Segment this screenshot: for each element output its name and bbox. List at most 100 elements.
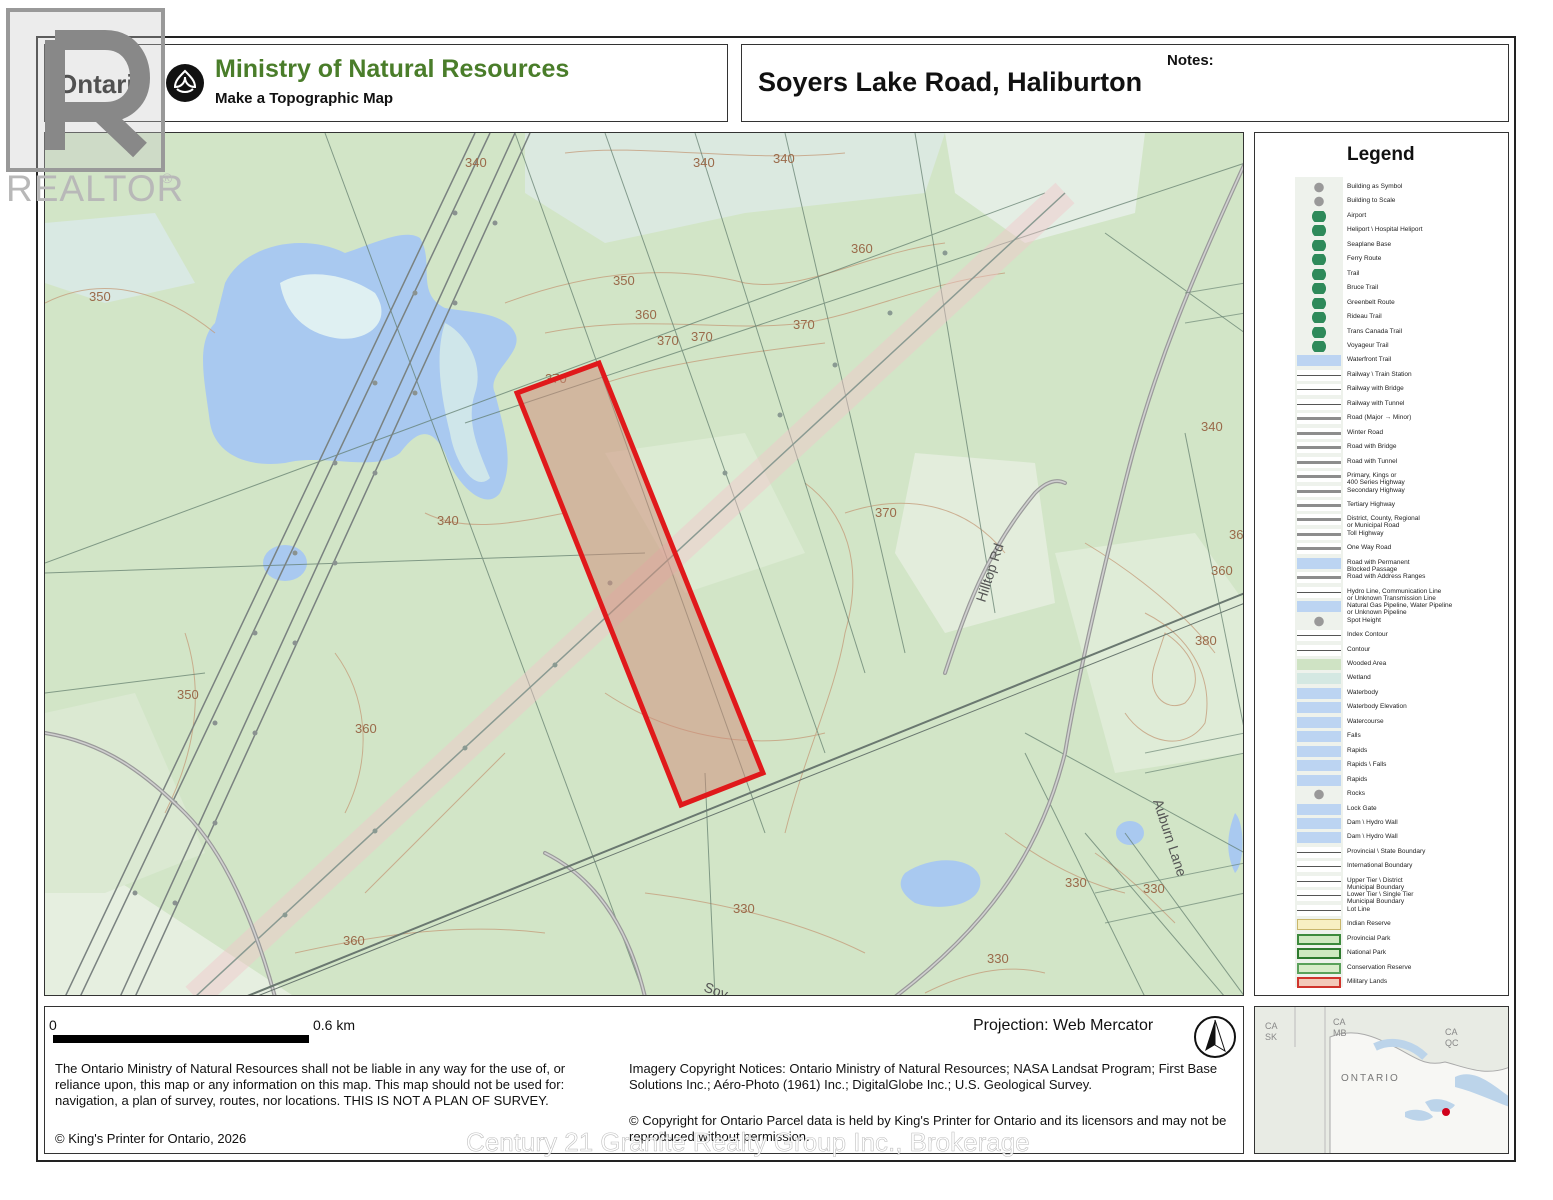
legend-item-label: Spot Height: [1347, 616, 1381, 624]
topographic-map[interactable]: 340 340 340 360 350 360 370 370 370 350 …: [44, 132, 1244, 996]
legend-symbol-icon: [1297, 977, 1341, 988]
contour-label: 380: [1195, 633, 1217, 648]
ministry-title: Ministry of Natural Resources: [215, 55, 570, 83]
contour-label: 330: [733, 901, 755, 916]
legend-item-label: Rideau Trail: [1347, 313, 1382, 321]
legend-symbol-icon: [1297, 586, 1341, 598]
brokerage-watermark: Century 21 Granite Realty Group Inc., Br…: [466, 1127, 1030, 1158]
legend-item-label: Building as Symbol: [1347, 183, 1403, 190]
contour-label: 350: [177, 687, 199, 702]
legend-symbol-icon: [1297, 673, 1341, 685]
legend-symbol-icon: [1297, 659, 1341, 670]
legend-item-label: Railway \ Train Station: [1347, 370, 1412, 378]
scale-end-label: 0.6 km: [313, 1017, 356, 1033]
legend-item-label: Dam \ Hydro Wall: [1347, 833, 1398, 841]
map-title: Soyers Lake Road, Haliburton: [758, 67, 1143, 97]
legend-item-label: Provincial \ State Boundary: [1347, 847, 1426, 855]
legend-item-label: Railway with Bridge: [1347, 385, 1404, 393]
legend-symbol-icon: [1297, 355, 1341, 367]
legend-symbol-icon: [1297, 384, 1341, 396]
legend-symbol-icon: [1297, 254, 1341, 266]
legend-item-label: Ferry Route: [1347, 255, 1382, 263]
notes-label: Notes:: [1167, 52, 1214, 69]
legend-item-label: Falls: [1347, 732, 1361, 740]
legend-item-label: National Park: [1347, 949, 1387, 957]
legend-symbol-icon: [1297, 210, 1341, 222]
legend-item-label: Wetland: [1347, 674, 1371, 682]
legend-symbol-icon: [1297, 268, 1341, 280]
legend-item-label: Lot Line: [1347, 905, 1371, 913]
scale-bar: [53, 1035, 309, 1043]
legend-item-label: Natural Gas Pipeline, Water Pipeline or …: [1347, 602, 1453, 617]
contour-label: 350: [613, 273, 635, 288]
contour-label: 330: [987, 951, 1009, 966]
legend-symbol-icon: [1297, 326, 1341, 338]
legend-symbol-icon: [1297, 803, 1341, 815]
legend-item-label: Road (Major → Minor): [1347, 414, 1412, 422]
legend-item-label: Rapids: [1347, 746, 1368, 754]
legend-symbol-icon: [1297, 933, 1341, 945]
legend-item-label: Primary, Kings or 400 Series Highway: [1347, 472, 1405, 487]
legend-symbol-icon: [1297, 716, 1341, 728]
legend-symbol-icon: [1297, 890, 1341, 902]
legend-symbol-icon: [1297, 948, 1341, 960]
legend-symbol-icon: [1297, 875, 1341, 887]
legend-symbol-icon: [1297, 312, 1341, 324]
legend-symbol-icon: [1297, 745, 1341, 757]
legend-symbol-icon: [1297, 846, 1341, 858]
inset-label: CA: [1445, 1027, 1458, 1037]
contour-label: 330: [1065, 875, 1087, 890]
legend-symbol-icon: [1297, 398, 1341, 410]
contour-label: 360: [343, 933, 365, 948]
projection-label: Projection: Web Mercator: [973, 1017, 1154, 1034]
legend-symbol-icon: [1297, 904, 1341, 916]
legend-symbol-icon: [1297, 369, 1341, 381]
contour-label: 370: [793, 317, 815, 332]
legend-item-label: Rocks: [1347, 790, 1366, 798]
legend-item-label: Lock Gate: [1347, 804, 1377, 812]
kings-printer-copyright: © King's Printer for Ontario, 2026: [55, 1131, 247, 1146]
legend-item-label: Provincial Park: [1347, 934, 1391, 942]
legend-item-label: Wooded Area: [1347, 660, 1387, 667]
contour-label: 360: [1229, 527, 1244, 542]
legend-item-label: Waterfront Trail: [1347, 356, 1392, 364]
contour-label: 340: [693, 155, 715, 170]
legend-symbol-icon: [1297, 557, 1341, 569]
contour-label: 340: [465, 155, 487, 170]
legend-item-label: Seaplane Base: [1347, 240, 1392, 248]
inset-label: CA: [1265, 1021, 1278, 1031]
legend-item-label: One Way Road: [1347, 544, 1392, 552]
legend-symbol-icon: [1297, 572, 1341, 584]
legend-symbol-icon: [1297, 687, 1341, 699]
legend-symbol-icon: [1297, 427, 1341, 439]
legend-item-label: Contour: [1347, 645, 1371, 653]
legend-item-label: Winter Road: [1347, 428, 1384, 436]
legend-item-label: Watercourse: [1347, 717, 1384, 725]
contour-label: 360: [1211, 563, 1233, 578]
inset-canvas: CA SK CA MB CA QC ONTARIO: [1255, 1007, 1508, 1153]
legend-symbol-icon: [1297, 528, 1341, 540]
scale-start-label: 0: [49, 1017, 57, 1033]
inset-label-ontario: ONTARIO: [1341, 1073, 1400, 1084]
legend-item-label: Airport: [1347, 211, 1367, 219]
legend-item-label: Index Contour: [1347, 631, 1388, 639]
legend-item-label: Dam \ Hydro Wall: [1347, 819, 1398, 826]
legend-item-label: Lower Tier \ Single Tier Municipal Bound…: [1347, 891, 1414, 906]
legend-item-label: Bruce Trail: [1347, 284, 1379, 292]
legend-symbol-icon: [1297, 225, 1341, 237]
legend-symbol-icon: [1297, 861, 1341, 873]
legend-item-label: Trans Canada Trail: [1347, 327, 1403, 335]
ministry-subtitle: Make a Topographic Map: [215, 90, 394, 107]
legend-symbol-icon: [1297, 500, 1341, 511]
legend-symbol-icon: [1297, 919, 1341, 931]
legend-item-label: Conservation Reserve: [1347, 963, 1412, 971]
legend-item-label: Heliport \ Hospital Heliport: [1347, 226, 1423, 234]
map-title-box: Soyers Lake Road, Haliburton Notes:: [741, 44, 1509, 122]
inset-label: CA: [1333, 1017, 1346, 1027]
legend-symbol-icon: [1297, 283, 1341, 295]
inset-label: SK: [1265, 1032, 1277, 1042]
legend-item-label: Hydro Line, Communication Line or Unknow…: [1347, 587, 1442, 602]
legend-symbol-icon: [1297, 644, 1341, 656]
legend-symbol-icon: [1297, 239, 1341, 251]
contour-label: 360: [851, 241, 873, 256]
